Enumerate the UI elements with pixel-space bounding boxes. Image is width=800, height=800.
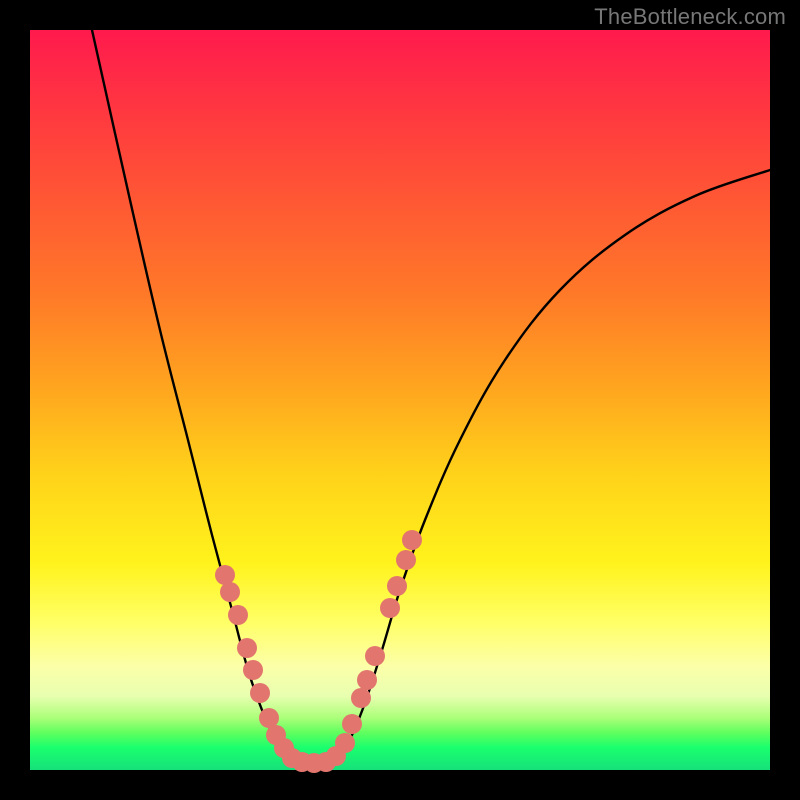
data-point <box>250 683 270 703</box>
bottleneck-curve <box>92 30 770 764</box>
data-points-group <box>215 530 422 773</box>
data-point <box>402 530 422 550</box>
data-point <box>228 605 248 625</box>
data-point <box>215 565 235 585</box>
plot-area <box>30 30 770 770</box>
data-point <box>220 582 240 602</box>
chart-frame: TheBottleneck.com <box>0 0 800 800</box>
data-point <box>357 670 377 690</box>
data-point <box>342 714 362 734</box>
data-point <box>365 646 385 666</box>
data-point <box>351 688 371 708</box>
curve-svg <box>30 30 770 770</box>
data-point <box>243 660 263 680</box>
data-point <box>335 733 355 753</box>
data-point <box>396 550 416 570</box>
data-point <box>387 576 407 596</box>
data-point <box>380 598 400 618</box>
watermark-text: TheBottleneck.com <box>594 4 786 30</box>
data-point <box>237 638 257 658</box>
